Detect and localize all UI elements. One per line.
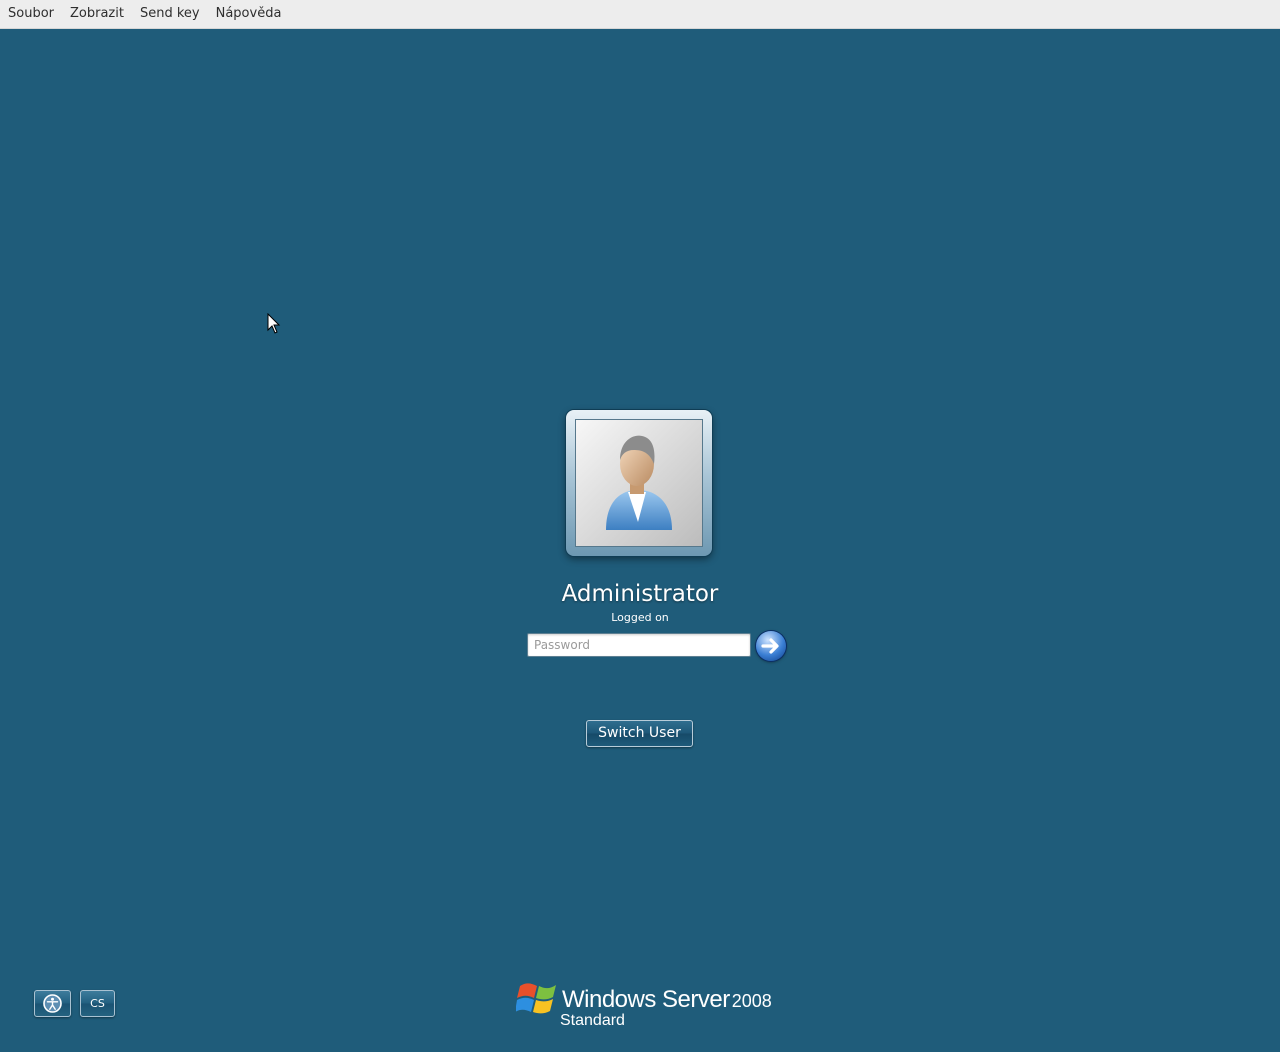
- menu-bar: Soubor Zobrazit Send key Nápověda: [0, 0, 1280, 29]
- submit-arrow-button[interactable]: [756, 631, 786, 661]
- menu-send-key[interactable]: Send key: [132, 0, 208, 28]
- ease-of-access-button[interactable]: [34, 990, 71, 1017]
- logon-status: Logged on: [611, 611, 669, 624]
- windows-flag-icon: [516, 983, 556, 1014]
- language-button[interactable]: CS: [80, 990, 115, 1017]
- user-tile[interactable]: [566, 410, 712, 556]
- mouse-cursor-icon: [267, 313, 281, 334]
- brand-year: 2008: [731, 991, 772, 1011]
- user-avatar-icon: [575, 419, 703, 547]
- ease-of-access-icon: [43, 994, 62, 1013]
- brand-name: Windows Server 2008: [562, 986, 772, 1014]
- menu-zobrazit[interactable]: Zobrazit: [62, 0, 132, 28]
- brand-name-text: Windows Server: [562, 986, 730, 1013]
- username-label: Administrator: [561, 581, 719, 607]
- windows-server-logo: Windows Server 2008 Standard: [516, 978, 776, 1034]
- switch-user-button[interactable]: Switch User: [586, 720, 693, 747]
- arrow-right-icon: [761, 638, 779, 654]
- menu-napoveda[interactable]: Nápověda: [208, 0, 290, 28]
- brand-edition: Standard: [560, 1012, 625, 1029]
- menu-soubor[interactable]: Soubor: [0, 0, 62, 28]
- password-field[interactable]: [527, 633, 751, 657]
